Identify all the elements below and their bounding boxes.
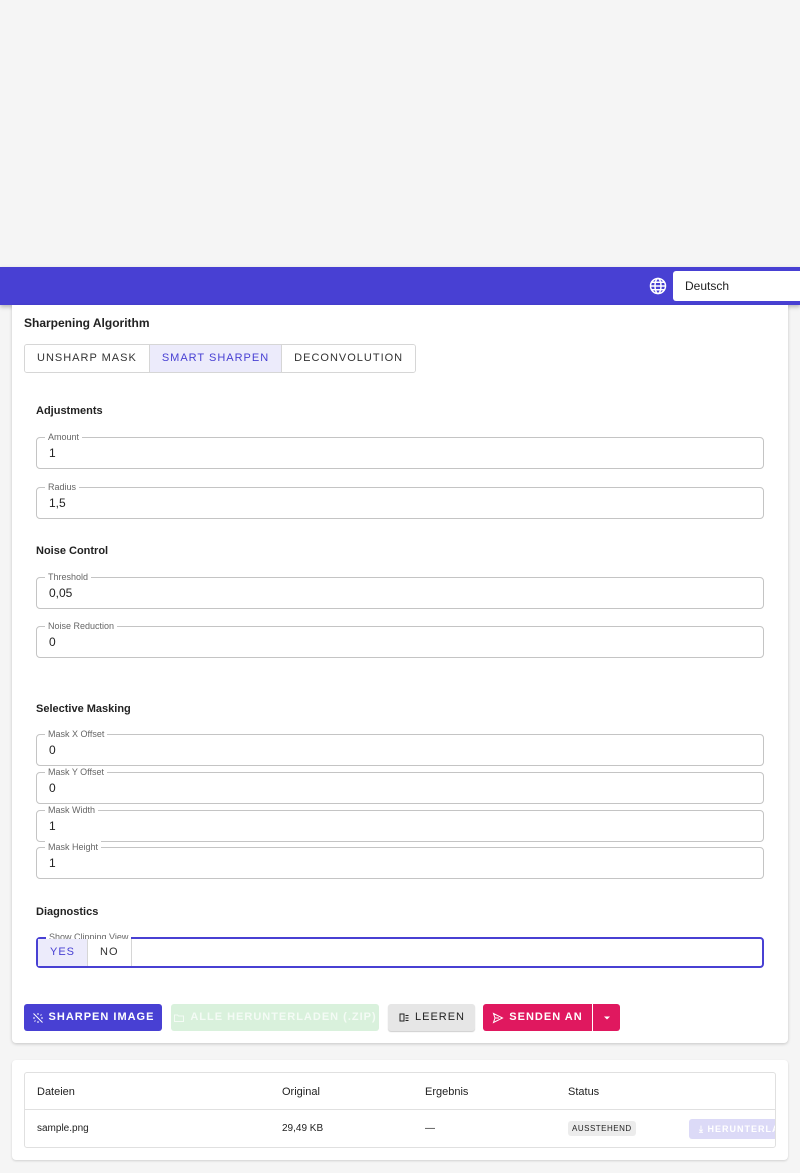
file-original-size: 29,49 KB xyxy=(282,1123,324,1134)
radius-field[interactable]: Radius 1,5 xyxy=(36,481,764,519)
threshold-value: 0,05 xyxy=(49,586,73,600)
mask-height-value: 1 xyxy=(49,856,56,870)
send-icon xyxy=(492,1012,504,1023)
file-result: — xyxy=(425,1123,435,1134)
file-name: sample.png xyxy=(37,1123,89,1134)
mask-height-label: Mask Height xyxy=(45,841,102,853)
mask-y-offset-field[interactable]: Mask Y Offset 0 xyxy=(36,766,764,804)
mask-width-field[interactable]: Mask Width 1 xyxy=(36,804,764,842)
radius-label: Radius xyxy=(45,481,80,493)
sharpen-image-label: SHARPEN IMAGE xyxy=(48,1011,155,1023)
diagnostics-title: Diagnostics xyxy=(36,906,99,918)
clear-label: LEEREN xyxy=(414,1011,466,1023)
folder-icon xyxy=(174,1014,185,1022)
globe-icon xyxy=(649,277,667,295)
radius-value: 1,5 xyxy=(49,496,66,510)
selective-masking-title: Selective Masking xyxy=(36,703,131,715)
algorithm-toggle-group: UNSHARP MASK SMART SHARPEN DECONVOLUTION xyxy=(24,344,417,373)
column-header-status: Status xyxy=(568,1086,600,1098)
mask-y-offset-label: Mask Y Offset xyxy=(45,766,108,778)
noise-reduction-field[interactable]: Noise Reduction 0 xyxy=(36,620,764,658)
mask-x-offset-field[interactable]: Mask X Offset 0 xyxy=(36,728,764,766)
send-to-dropdown-button[interactable] xyxy=(593,1004,620,1031)
language-select[interactable]: Deutsch xyxy=(673,271,800,301)
download-all-button[interactable]: ALLE HERUNTERLADEN (.ZIP) xyxy=(171,1004,379,1031)
clipping-view-field: Show Clipping View YES NO xyxy=(36,931,764,968)
clipping-no-button[interactable]: NO xyxy=(88,939,131,966)
column-header-original: Original xyxy=(282,1086,320,1098)
files-table: Dateien Original Ergebnis Status sample.… xyxy=(24,1072,776,1148)
mask-width-label: Mask Width xyxy=(45,804,99,816)
row-download-label: HERUNTERLADEN xyxy=(707,1124,776,1134)
top-bar: Deutsch xyxy=(0,267,800,305)
status-badge: AUSSTEHEND xyxy=(568,1121,636,1136)
row-download-button[interactable]: ⤓ HERUNTERLADEN xyxy=(689,1119,776,1139)
threshold-field[interactable]: Threshold 0,05 xyxy=(36,571,764,609)
noise-reduction-value: 0 xyxy=(49,635,56,649)
algorithm-title: Sharpening Algorithm xyxy=(24,316,150,330)
amount-field[interactable]: Amount 1 xyxy=(36,431,764,469)
clipping-yes-button[interactable]: YES xyxy=(38,939,89,966)
files-table-card: Dateien Original Ergebnis Status sample.… xyxy=(12,1060,788,1160)
mask-x-offset-value: 0 xyxy=(49,743,56,757)
mask-width-value: 1 xyxy=(49,819,56,833)
column-header-result: Ergebnis xyxy=(425,1086,469,1098)
mask-y-offset-value: 0 xyxy=(49,781,56,795)
noise-control-title: Noise Control xyxy=(36,545,109,557)
clipping-view-toggle: YES NO xyxy=(38,939,132,966)
algo-smart-sharpen-button[interactable]: SMART SHARPEN xyxy=(149,345,283,372)
adjustments-title: Adjustments xyxy=(36,405,103,417)
amount-label: Amount xyxy=(45,431,83,443)
column-header-files: Dateien xyxy=(37,1086,75,1098)
sharpen-icon xyxy=(32,1012,43,1023)
algo-deconvolution-button[interactable]: DECONVOLUTION xyxy=(282,345,416,372)
amount-value: 1 xyxy=(49,446,56,460)
clear-list-icon xyxy=(399,1013,409,1021)
table-row: sample.png 29,49 KB — AUSSTEHEND ⤓ HERUN… xyxy=(25,1110,776,1147)
settings-card: Sharpening Algorithm UNSHARP MASK SMART … xyxy=(12,305,788,1043)
table-header: Dateien Original Ergebnis Status xyxy=(25,1073,775,1110)
algo-unsharp-mask-button[interactable]: UNSHARP MASK xyxy=(25,345,150,372)
download-all-label: ALLE HERUNTERLADEN (.ZIP) xyxy=(190,1011,377,1023)
threshold-label: Threshold xyxy=(45,571,92,583)
download-icon: ⤓ xyxy=(699,1124,704,1134)
send-to-label: SENDEN AN xyxy=(509,1011,583,1023)
caret-down-icon xyxy=(603,1016,610,1019)
noise-reduction-label: Noise Reduction xyxy=(45,620,118,632)
mask-height-field[interactable]: Mask Height 1 xyxy=(36,841,764,879)
mask-x-offset-label: Mask X Offset xyxy=(45,728,108,740)
sharpen-image-button[interactable]: SHARPEN IMAGE xyxy=(24,1004,162,1031)
clear-button[interactable]: LEEREN xyxy=(388,1004,475,1031)
send-to-button[interactable]: SENDEN AN xyxy=(483,1004,592,1031)
